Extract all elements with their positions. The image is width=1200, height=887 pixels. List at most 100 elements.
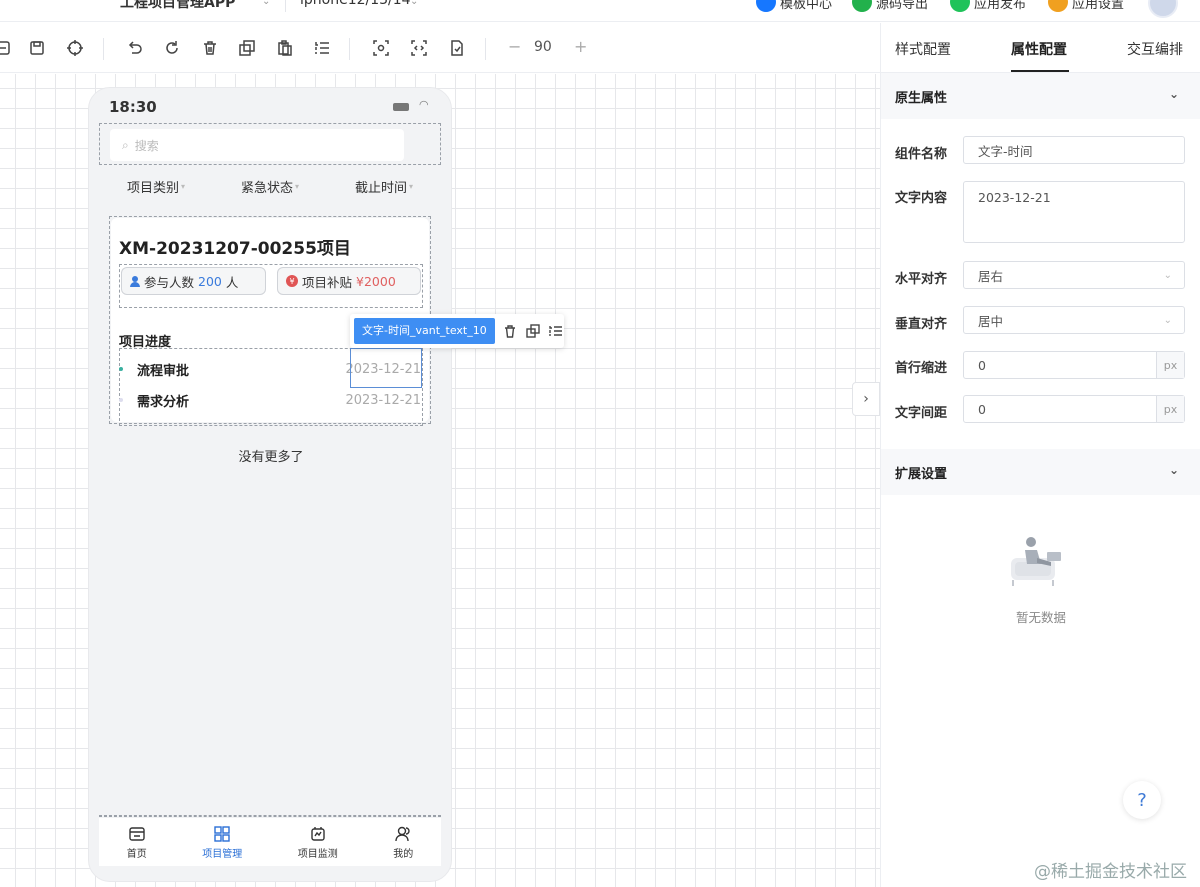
coin-icon: ¥ xyxy=(286,275,298,287)
divider xyxy=(103,38,104,60)
field-label: 组件名称 xyxy=(895,147,948,162)
properties-panel: 样式配置 属性配置 交互编排 原生属性 ⌄ 组件名称 文字-时间 文字内容 20… xyxy=(880,23,1200,887)
tab-home[interactable]: 首页 xyxy=(127,825,147,860)
caret-down-icon: ▾ xyxy=(295,181,300,191)
delete-icon[interactable] xyxy=(199,37,221,59)
undo-icon[interactable] xyxy=(124,37,146,59)
chevron-down-icon: ⌄ xyxy=(1163,269,1172,281)
field-label: 垂直对齐 xyxy=(895,317,948,332)
tab-style-config[interactable]: 样式配置 xyxy=(895,39,951,59)
unit-suffix: px xyxy=(1156,396,1184,422)
field-label: 首行缩进 xyxy=(895,361,948,376)
letter-spacing-input[interactable]: 0 px xyxy=(963,395,1185,423)
field-label: 文字内容 xyxy=(895,191,948,206)
vertical-align-select[interactable]: 居中 ⌄ xyxy=(963,306,1185,334)
tab-property-config[interactable]: 属性配置 xyxy=(1011,39,1067,59)
list-item[interactable]: 需求分析 2023-12-21 xyxy=(119,385,421,415)
design-canvas[interactable]: 18:30 ◠ ⌕ 搜索 项目类别 ▾ 紧急状态 ▾ 截止时间 ▾ XM-202312… xyxy=(0,74,880,887)
publish-icon xyxy=(950,0,970,12)
caret-down-icon: ▾ xyxy=(409,181,414,191)
copy-icon[interactable] xyxy=(526,323,541,339)
section-native-properties[interactable]: 原生属性 ⌄ xyxy=(881,73,1200,119)
top-header: 工程项目管理APP ⌄ iphone12/13/14 ⌄ 模板中心 源码导出 应… xyxy=(0,0,1200,22)
tab-interaction-config[interactable]: 交互编排 xyxy=(1127,39,1183,59)
layers-icon[interactable] xyxy=(549,323,564,339)
search-input[interactable]: ⌕ 搜索 xyxy=(110,129,404,161)
redo-icon[interactable] xyxy=(161,37,183,59)
zoom-in-button[interactable]: + xyxy=(574,37,587,56)
text-content-textarea[interactable]: 2023-12-21 xyxy=(963,181,1185,243)
project-name[interactable]: 工程项目管理APP xyxy=(120,0,235,12)
search-component[interactable]: ⌕ 搜索 xyxy=(99,123,441,165)
empty-state-text: 暂无数据 xyxy=(1015,610,1066,625)
field-label: 水平对齐 xyxy=(895,272,948,287)
status-dot xyxy=(119,367,123,371)
home-icon xyxy=(129,826,145,841)
copy-icon[interactable] xyxy=(236,37,258,59)
publish-app-button[interactable]: 应用发布 xyxy=(950,0,1026,12)
tabbar-outline xyxy=(99,815,441,817)
battery-icon xyxy=(393,103,409,111)
zoom-out-button[interactable]: − xyxy=(508,37,521,56)
chevron-down-icon[interactable]: ⌄ xyxy=(1169,87,1179,101)
subsidy-pill[interactable]: ¥ 项目补贴 ¥2000 xyxy=(277,267,421,295)
filter-urgency[interactable]: 紧急状态 ▾ xyxy=(241,174,299,198)
filter-deadline[interactable]: 截止时间 ▾ xyxy=(355,174,413,198)
filter-bar: 项目类别 ▾ 紧急状态 ▾ 截止时间 ▾ xyxy=(99,174,441,198)
active-tab-indicator xyxy=(1011,70,1069,72)
preview-eye-icon[interactable] xyxy=(370,37,392,59)
chevron-down-icon[interactable]: ⌄ xyxy=(410,0,418,7)
chevron-down-icon[interactable]: ⌄ xyxy=(262,0,270,7)
selected-component-outline[interactable] xyxy=(350,348,422,388)
divider xyxy=(485,38,486,60)
editor-toolbar: − 90 + xyxy=(0,23,880,73)
avatar[interactable] xyxy=(1148,0,1178,18)
card-title[interactable]: XM-20231207-00255项目 xyxy=(119,234,351,259)
text-indent-input[interactable]: 0 px xyxy=(963,351,1185,379)
status-dot xyxy=(119,398,123,402)
template-center-button[interactable]: 模板中心 xyxy=(756,0,832,12)
target-icon[interactable] xyxy=(64,37,86,59)
search-icon: ⌕ xyxy=(122,137,129,152)
export-source-button[interactable]: 源码导出 xyxy=(852,0,928,12)
participants-pill[interactable]: 参与人数 200 人 xyxy=(121,267,266,295)
check-file-icon[interactable] xyxy=(446,37,468,59)
grid-icon xyxy=(214,825,230,842)
selected-component-tag[interactable]: 文字-时间_vant_text_10 xyxy=(354,318,495,344)
phone-preview: 18:30 ◠ ⌕ 搜索 项目类别 ▾ 紧急状态 ▾ 截止时间 ▾ XM-202312… xyxy=(88,87,452,882)
paste-icon[interactable] xyxy=(274,37,296,59)
horizontal-align-select[interactable]: 居右 ⌄ xyxy=(963,261,1185,289)
device-select[interactable]: iphone12/13/14 xyxy=(300,0,411,8)
template-icon xyxy=(756,0,776,12)
delete-icon[interactable] xyxy=(503,323,518,339)
filter-category[interactable]: 项目类别 ▾ xyxy=(127,174,185,198)
export-icon xyxy=(852,0,872,12)
wifi-icon: ◠ xyxy=(419,98,429,111)
no-more-text: 没有更多了 xyxy=(238,450,304,465)
field-label: 文字间距 xyxy=(895,406,948,421)
preview-icon[interactable] xyxy=(0,37,14,59)
tab-mine[interactable]: 我的 xyxy=(393,825,413,860)
chevron-down-icon: ⌄ xyxy=(1163,314,1172,326)
panel-tabs: 样式配置 属性配置 交互编排 xyxy=(881,23,1200,73)
watermark: @稀土掘金技术社区 xyxy=(1034,862,1187,882)
layers-icon[interactable] xyxy=(311,37,333,59)
chevron-down-icon[interactable]: ⌄ xyxy=(1169,463,1179,477)
tab-project-monitor[interactable]: 项目监测 xyxy=(298,825,338,860)
save-icon[interactable] xyxy=(26,37,48,59)
section-extend-settings[interactable]: 扩展设置 ⌄ xyxy=(881,449,1200,495)
divider xyxy=(285,0,286,12)
chevron-right-icon[interactable]: › xyxy=(852,382,880,416)
settings-icon xyxy=(1048,0,1068,12)
tab-bar: 首页 项目管理 项目监测 我的 xyxy=(99,818,441,866)
code-icon[interactable] xyxy=(408,37,430,59)
tab-project-management[interactable]: 项目管理 xyxy=(202,825,242,860)
component-name-input[interactable]: 文字-时间 xyxy=(963,136,1185,164)
status-time: 18:30 xyxy=(109,98,157,116)
unit-suffix: px xyxy=(1156,352,1184,378)
empty-state-illustration xyxy=(1011,537,1061,586)
app-settings-button[interactable]: 应用设置 xyxy=(1048,0,1124,12)
caret-down-icon: ▾ xyxy=(181,181,186,191)
help-button[interactable]: ? xyxy=(1123,781,1161,819)
component-context-menu: 文字-时间_vant_text_10 xyxy=(350,314,564,348)
